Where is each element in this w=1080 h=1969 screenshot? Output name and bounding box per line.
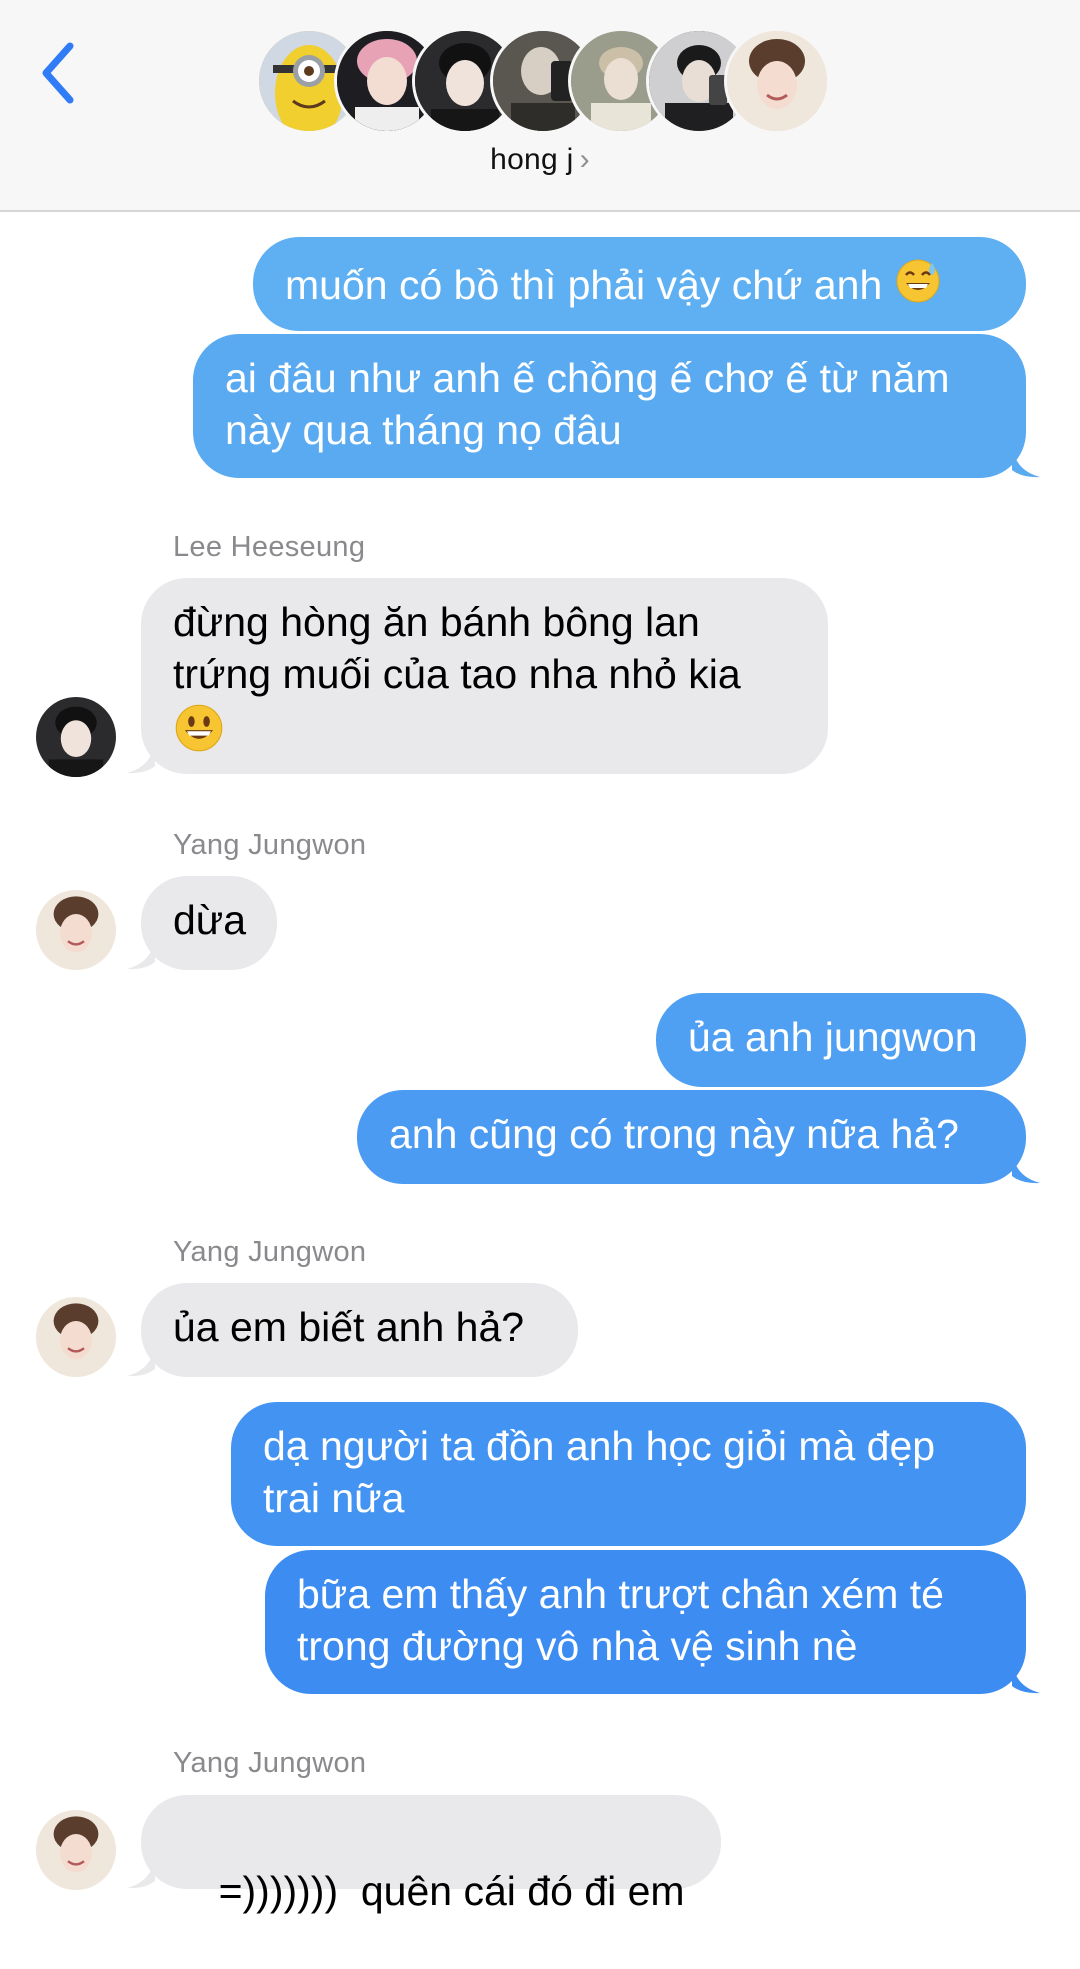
smiling-face-emoji-icon [175, 704, 223, 752]
message-text-line: trứng muối của tao nha nhỏ kia [173, 651, 741, 697]
jungwon-avatar[interactable] [36, 1810, 116, 1890]
received-message[interactable]: dừa [127, 876, 277, 970]
bubble-tail [1012, 1660, 1040, 1694]
sender-name: Yang Jungwon [173, 829, 367, 861]
sender-name: Lee Heeseung [173, 531, 366, 563]
message-text: ủa anh jungwon [688, 1014, 978, 1060]
bubble-tail [127, 936, 155, 970]
bubble-tail [127, 740, 155, 774]
message-text-line: dạ người ta đồn anh học giỏi mà đẹp [263, 1423, 936, 1469]
sender-name: Yang Jungwon [173, 1236, 367, 1268]
bubble-tail [127, 1855, 155, 1889]
message-text-line: trai nữa [263, 1475, 405, 1521]
sent-message[interactable]: bữa em thấy anh trượt chân xém té trong … [265, 1550, 1040, 1694]
sent-message[interactable]: ai đâu như anh ế chồng ế chơ ế từ năm nà… [193, 334, 1040, 478]
sent-message[interactable]: anh cũng có trong này nữa hả? [357, 1090, 1040, 1184]
message-text-line: trong đường vô nhà vệ sinh nè [297, 1623, 858, 1669]
message-text-line: ai đâu như anh ế chồng ế chơ ế từ năm [225, 355, 950, 401]
chevron-right-icon: › [579, 143, 590, 176]
message-text-line: bữa em thấy anh trượt chân xém té [297, 1571, 944, 1617]
grinning-sweat-emoji-icon [896, 259, 940, 303]
heeseung-avatar[interactable] [36, 697, 116, 777]
message-text-line: đừng hòng ăn bánh bông lan [173, 599, 700, 645]
message-text: =))))))) quên cái đó đi em [218, 1868, 685, 1914]
received-message[interactable]: =))))))) quên cái đó đi em [127, 1795, 721, 1914]
sent-message[interactable]: muốn có bồ thì phải vậy chứ anh [253, 237, 1026, 331]
bubble-tail [1012, 1150, 1040, 1184]
smile-avatar [724, 28, 830, 134]
group-name[interactable]: hong j › [0, 143, 1080, 177]
jungwon-avatar[interactable] [36, 890, 116, 970]
conversation-header: hong j › [0, 0, 1080, 212]
back-chevron-icon[interactable] [36, 38, 86, 108]
message-text: muốn có bồ thì phải vậy chứ anh [285, 262, 883, 308]
bubble-tail [127, 1343, 155, 1377]
message-text: anh cũng có trong này nữa hả? [389, 1111, 959, 1157]
jungwon-avatar[interactable] [36, 1297, 116, 1377]
message-text: ủa em biết anh hả? [173, 1304, 525, 1350]
sent-message[interactable]: ủa anh jungwon [656, 993, 1026, 1087]
received-message[interactable]: ủa em biết anh hả? [127, 1283, 578, 1377]
sent-message[interactable]: dạ người ta đồn anh học giỏi mà đẹp trai… [231, 1402, 1026, 1546]
bubble-tail [1012, 444, 1040, 478]
group-name-label: hong j [490, 143, 574, 176]
received-message[interactable]: đừng hòng ăn bánh bông lan trứng muối củ… [127, 578, 828, 774]
message-text: dừa [173, 897, 247, 943]
sender-name: Yang Jungwon [173, 1747, 367, 1779]
message-text-line: này qua tháng nọ đâu [225, 407, 622, 453]
